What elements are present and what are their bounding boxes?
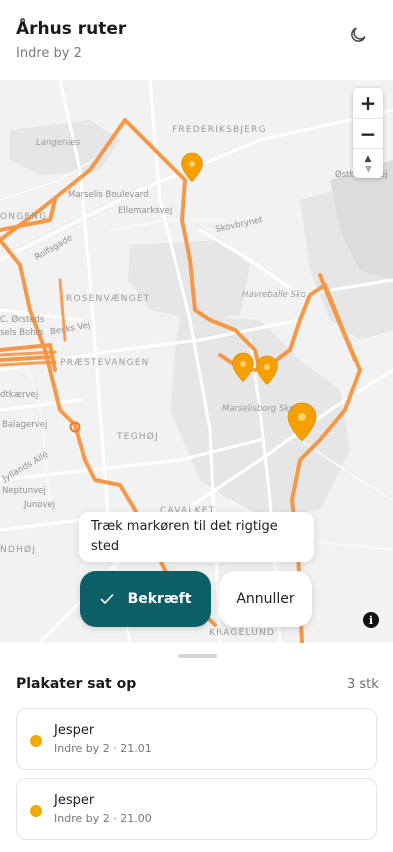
confirm-label: Bekræft (127, 591, 192, 607)
map-label-junovej: Junovej (24, 500, 56, 510)
app-subtitle: Indre by 2 (16, 46, 82, 61)
theme-toggle-button[interactable] (345, 22, 371, 48)
map-label-marselisborg: Marselisborg Sko (222, 404, 295, 414)
app-header: Århus ruter Indre by 2 (0, 0, 393, 80)
bottom-sheet: Plakater sat op 3 stk Jesper Indre by 2 … (0, 643, 393, 852)
map-label-balagervej: Balagervej (2, 420, 48, 430)
checkmark-icon (100, 594, 113, 604)
map-label-bohrs: sels Bohrs (0, 328, 44, 338)
item-name: Jesper (54, 723, 95, 738)
map-label-ellemarksvej: Ellemarksvej (118, 206, 173, 216)
zoom-controls: + − ▲ ▲ (353, 88, 383, 178)
poster-count: 3 stk (347, 677, 379, 692)
map-label-ongeng: ONGENG (0, 212, 48, 222)
item-meta: Indre by 2 · 21.01 (54, 742, 152, 755)
drag-hint-tooltip: Træk markøren til det rigtige sted (79, 512, 314, 562)
sheet-title: Plakater sat op (16, 676, 137, 692)
map-label-orsted: C. Ørsteds (0, 315, 45, 325)
zoom-out-button[interactable]: − (353, 118, 383, 148)
compass-button[interactable]: ▲ ▲ (353, 148, 383, 178)
map-label-langenaes: Langenæs (36, 138, 81, 148)
moon-icon (351, 27, 366, 42)
sheet-drag-handle[interactable] (178, 654, 217, 658)
map-label-neptun: Neptunvej (2, 486, 46, 496)
info-button[interactable]: i (363, 612, 379, 628)
cancel-button[interactable]: Annuller (219, 571, 312, 627)
item-meta: Indre by 2 · 21.00 (54, 812, 152, 825)
zoom-in-button[interactable]: + (353, 88, 383, 118)
status-dot (30, 735, 42, 747)
map-label-rosenvaenget: ROSENVÆNGET (66, 294, 151, 304)
list-item[interactable]: Jesper Indre by 2 · 21.00 (16, 778, 377, 840)
compass-icon: ▲ (364, 153, 372, 164)
map-label-ndhoj: NDHØJ (0, 545, 37, 555)
list-item[interactable]: Jesper Indre by 2 · 21.01 (16, 708, 377, 770)
map-label-praestevangen: PRÆSTEVANGEN (60, 358, 150, 368)
map-label-dtkaer: dtkærvej (0, 390, 39, 400)
map-label-frederiksbjerg: FREDERIKSBJERG (172, 125, 267, 135)
map-label-marselis-boulevard: Marselis Boulevard (68, 190, 149, 200)
app-title: Århus ruter (16, 19, 127, 39)
map-label-havreballe: Havreballe Sko (242, 290, 307, 300)
item-name: Jesper (54, 793, 95, 808)
map-label-kragelund: KRAGELUND (209, 628, 276, 638)
status-dot (30, 805, 42, 817)
map-label-teghoj: TEGHØJ (117, 432, 159, 442)
compass-south-icon: ▲ (364, 163, 372, 174)
confirm-button[interactable]: Bekræft (80, 571, 211, 627)
